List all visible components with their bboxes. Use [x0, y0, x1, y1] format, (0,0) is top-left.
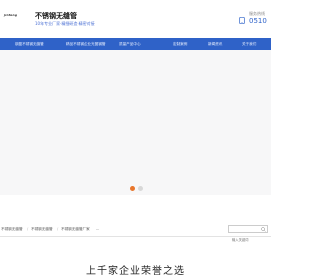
- brand-subtitle: 10年专业厂家·精细研造·精密对接: [35, 21, 95, 26]
- breadcrumb-item[interactable]: 不锈钢无缝管厂家: [61, 224, 90, 234]
- nav-item-stainless-seamless[interactable]: 钢盈不锈钢无缝管: [15, 38, 44, 50]
- site-header: jinfeng 不锈钢无缝管 10年专业厂家·精细研造·精密对接 服务热线 05…: [0, 0, 271, 36]
- section-title: 上千家企业荣誉之选: [86, 266, 185, 277]
- nav-item-about[interactable]: 关于我们: [242, 38, 256, 50]
- hotline-number[interactable]: 0510: [249, 17, 267, 25]
- breadcrumb-separator: /: [57, 227, 59, 231]
- breadcrumb-item[interactable]: 不锈钢无缝管: [1, 224, 23, 234]
- breadcrumb-separator: /: [27, 227, 29, 231]
- search-input[interactable]: [229, 236, 262, 244]
- carousel-dot[interactable]: [138, 186, 143, 191]
- breadcrumb-item[interactable]: ...: [96, 224, 99, 234]
- nav-item-cases[interactable]: 定制案例: [173, 38, 187, 50]
- divider: [0, 236, 271, 237]
- nav-item-precision-tube[interactable]: 精品不锈钢企业光圈钢管: [66, 38, 106, 50]
- phone-icon: [239, 17, 245, 24]
- breadcrumb-item[interactable]: 不锈钢无缝管: [31, 224, 53, 234]
- nav-item-news[interactable]: 新闻资讯: [208, 38, 222, 50]
- nav-item-products[interactable]: 质量产品中心: [119, 38, 141, 50]
- hero-banner[interactable]: [0, 50, 271, 195]
- brand-title: 不锈钢无缝管: [35, 12, 77, 20]
- carousel-dot-active[interactable]: [130, 186, 135, 191]
- main-nav: 钢盈不锈钢无缝管 精品不锈钢企业光圈钢管 质量产品中心 定制案例 新闻资讯 关于…: [0, 38, 271, 50]
- search-box: [228, 225, 268, 244]
- search-icon[interactable]: [261, 227, 266, 232]
- logo[interactable]: jinfeng: [4, 13, 17, 17]
